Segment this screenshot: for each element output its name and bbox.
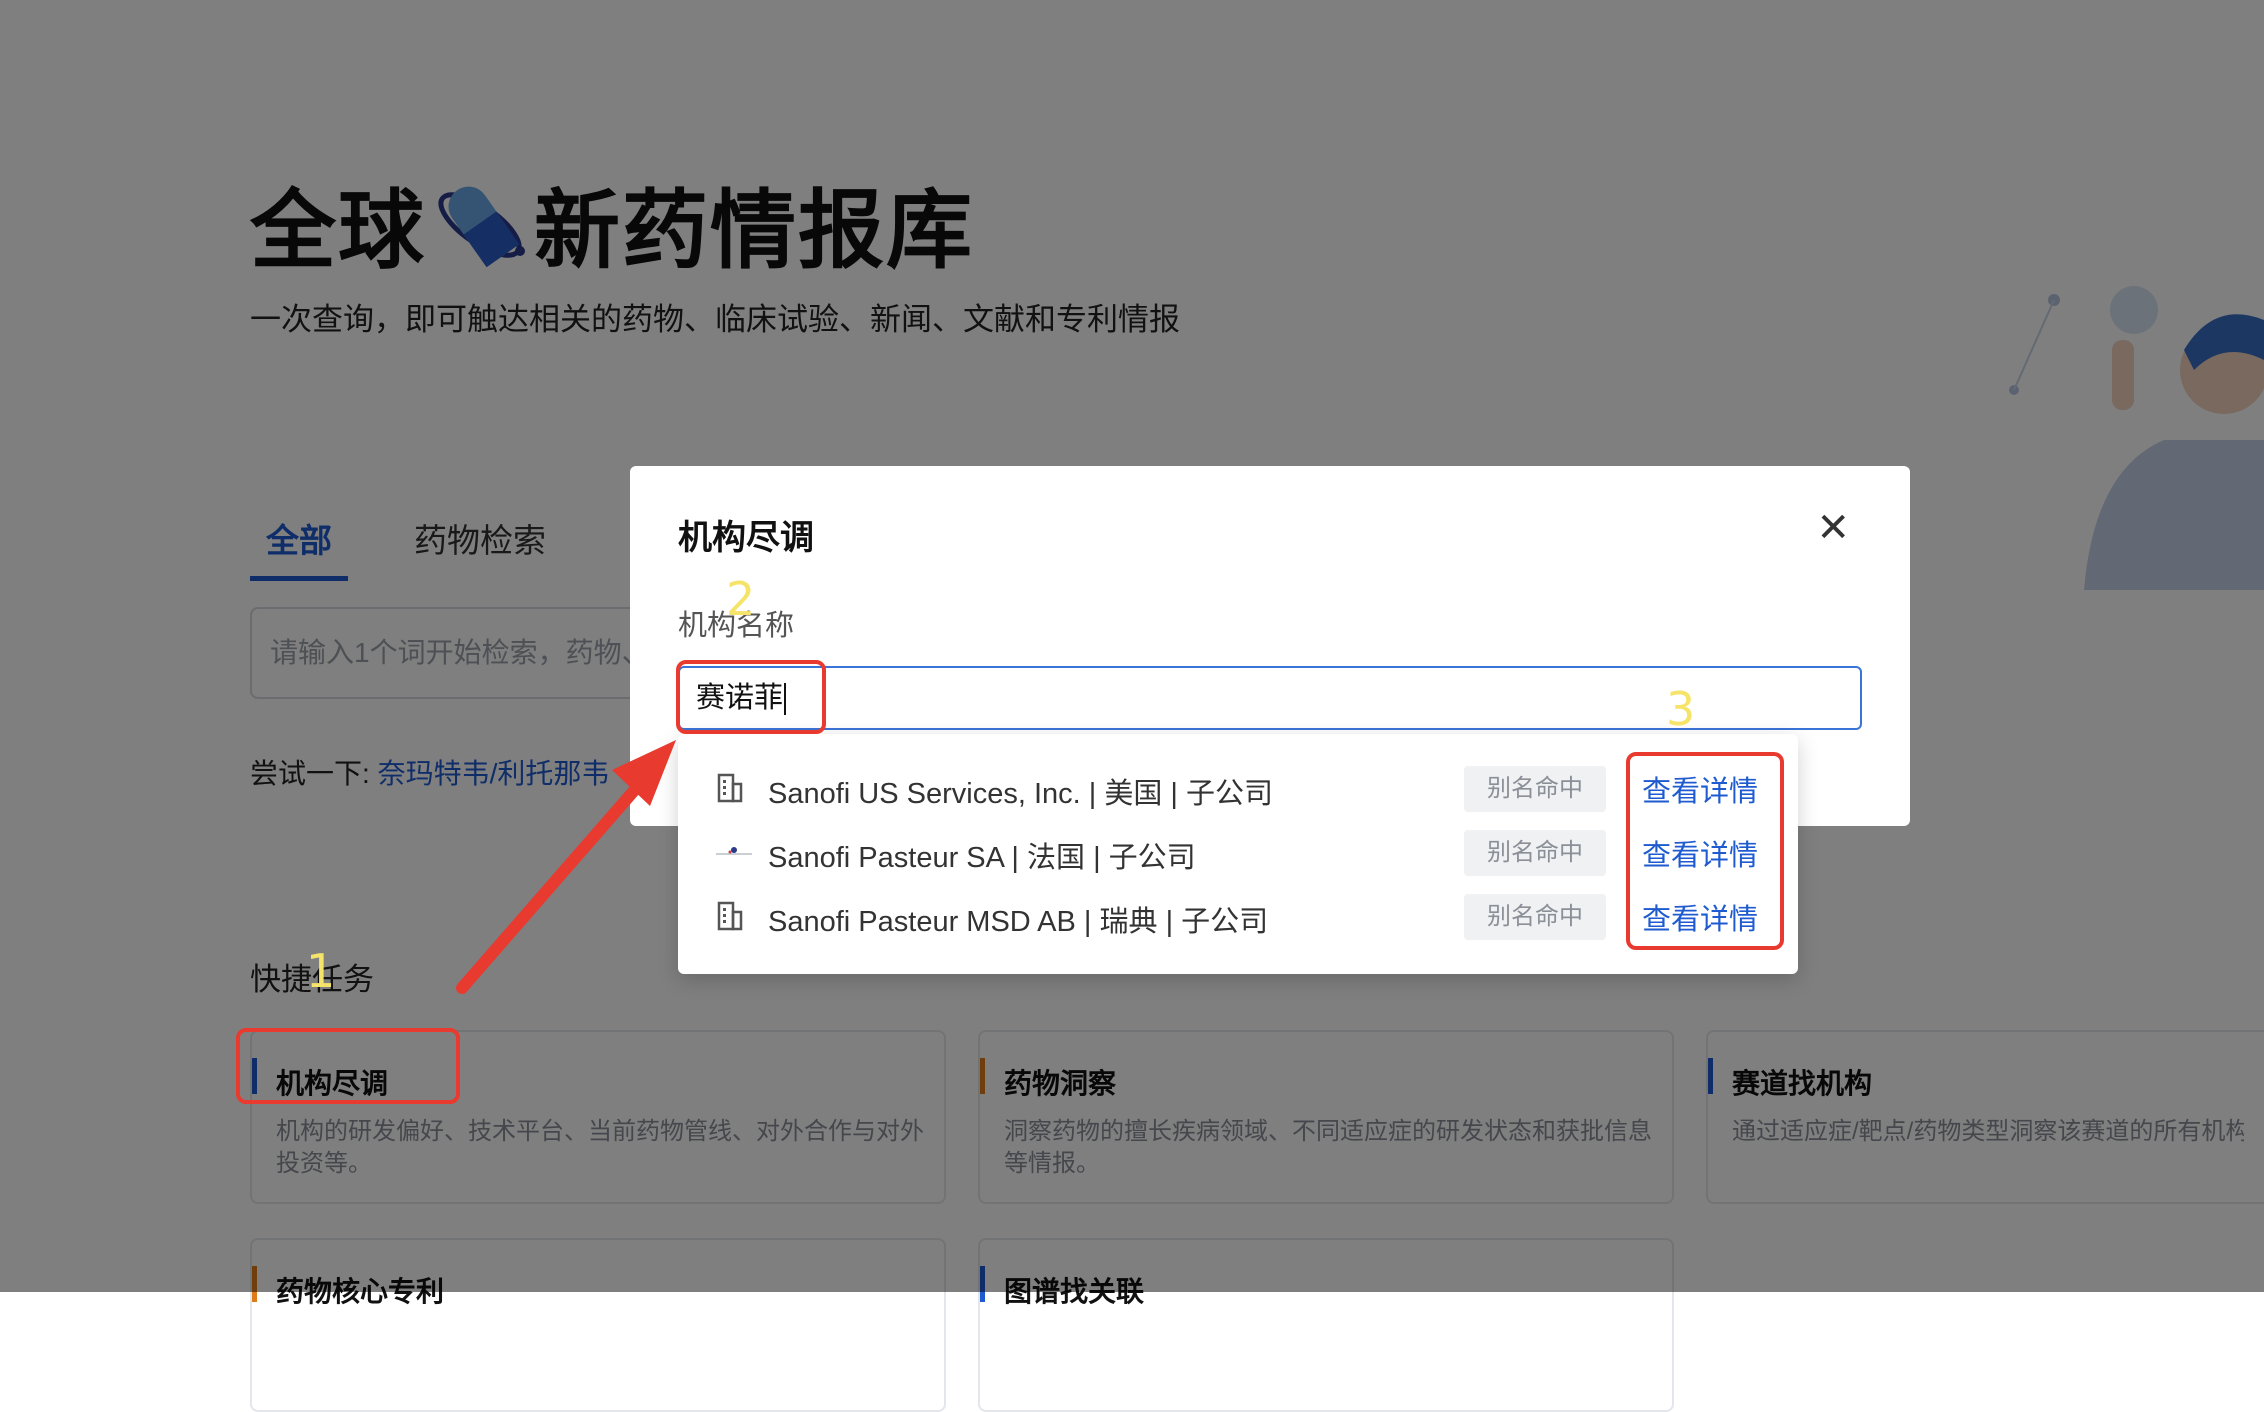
step-number-3: 3 bbox=[1666, 682, 1696, 736]
suggestion-name: Sanofi Pasteur SA | 法国 | 子公司 bbox=[768, 842, 1196, 874]
highlight-box-step3 bbox=[1626, 752, 1784, 950]
modal-title: 机构尽调 bbox=[678, 519, 814, 557]
building-icon bbox=[716, 772, 744, 804]
highlight-box-step2 bbox=[676, 660, 826, 734]
alias-match-badge: 别名命中 bbox=[1464, 766, 1606, 812]
step-number-2: 2 bbox=[726, 572, 756, 626]
highlight-box-step1 bbox=[236, 1028, 460, 1104]
alias-match-badge: 别名命中 bbox=[1464, 830, 1606, 876]
alias-match-badge: 别名命中 bbox=[1464, 894, 1606, 940]
close-icon[interactable]: ✕ bbox=[1816, 508, 1850, 548]
building-icon bbox=[716, 900, 744, 932]
step-number-1: 1 bbox=[306, 944, 336, 998]
company-logo-icon bbox=[716, 836, 752, 868]
suggestion-name: Sanofi Pasteur MSD AB | 瑞典 | 子公司 bbox=[768, 906, 1269, 938]
suggestion-name: Sanofi US Services, Inc. | 美国 | 子公司 bbox=[768, 778, 1273, 810]
